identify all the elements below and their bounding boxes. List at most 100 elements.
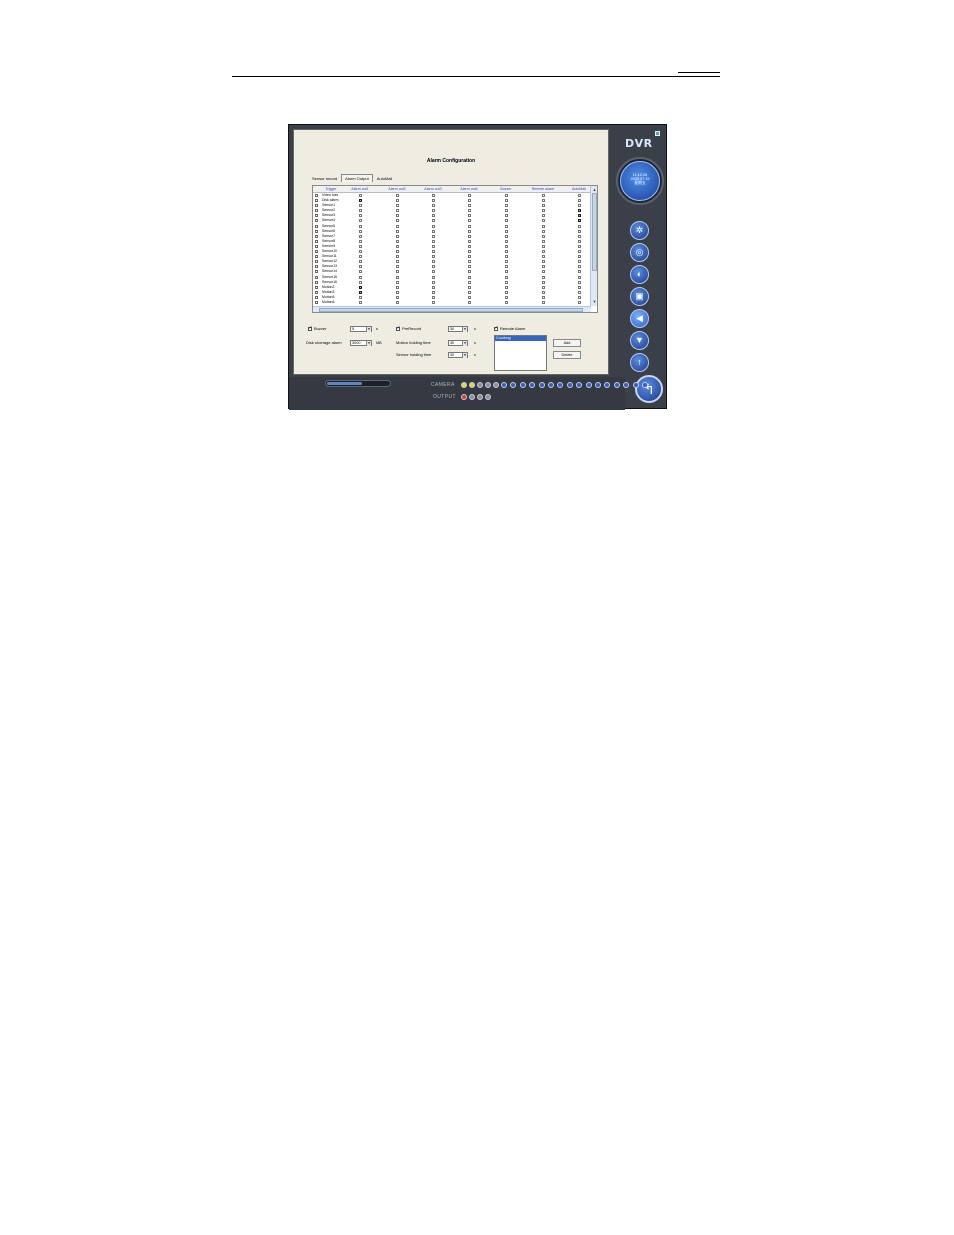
cell-checkbox[interactable] <box>395 239 399 243</box>
camera-led[interactable] <box>576 382 583 388</box>
cell-checkbox[interactable] <box>358 300 362 304</box>
cell-checkbox[interactable] <box>504 194 508 197</box>
cell-checkbox[interactable] <box>577 229 581 233</box>
cell-checkbox[interactable] <box>395 224 399 228</box>
prerecord-option[interactable]: PreRecord <box>396 325 421 332</box>
cell-checkbox[interactable] <box>395 300 399 304</box>
camera-led[interactable] <box>538 382 545 388</box>
cell-checkbox[interactable] <box>577 295 581 299</box>
cell-checkbox[interactable] <box>358 198 362 203</box>
row-checkbox[interactable] <box>315 219 318 223</box>
column-header[interactable]: AutoMail <box>572 187 586 191</box>
cell-checkbox[interactable] <box>467 260 471 264</box>
cell-checkbox[interactable] <box>541 244 545 248</box>
cell-checkbox[interactable] <box>358 250 362 254</box>
column-header[interactable]: Remote alarm <box>532 187 555 191</box>
cell-checkbox[interactable] <box>431 295 435 299</box>
remote-alarm-checkbox[interactable] <box>494 325 499 331</box>
cell-checkbox[interactable] <box>577 204 581 208</box>
sensor-holding-select[interactable]: 30 ▼ <box>448 352 468 358</box>
row-checkbox[interactable] <box>315 244 318 248</box>
cell-checkbox[interactable] <box>541 290 545 294</box>
cell-checkbox[interactable] <box>358 224 362 228</box>
cell-checkbox[interactable] <box>395 199 399 203</box>
cell-checkbox[interactable] <box>395 275 399 279</box>
camera-led[interactable] <box>501 382 507 388</box>
camera-led[interactable] <box>585 382 592 388</box>
row-checkbox[interactable] <box>315 214 318 218</box>
remote-alarm-option[interactable]: Remote Alarm <box>494 325 525 332</box>
cell-checkbox[interactable] <box>504 275 508 279</box>
prerecord-checkbox[interactable] <box>396 325 401 331</box>
cell-checkbox[interactable] <box>504 214 508 218</box>
motion-holding-select[interactable]: 30 ▼ <box>448 340 468 346</box>
cell-checkbox[interactable] <box>541 219 545 223</box>
camera-led[interactable] <box>595 382 601 388</box>
cell-checkbox[interactable] <box>358 275 362 279</box>
cell-checkbox[interactable] <box>358 260 362 264</box>
row-checkbox[interactable] <box>315 224 318 228</box>
cell-checkbox[interactable] <box>504 239 508 243</box>
scroll-up-icon[interactable]: ▲ <box>592 187 597 192</box>
camera-led[interactable] <box>493 382 499 388</box>
row-checkbox[interactable] <box>315 194 318 197</box>
window-close-icon[interactable] <box>655 131 660 136</box>
cell-checkbox[interactable] <box>431 204 435 208</box>
cell-checkbox[interactable] <box>541 234 545 238</box>
cell-checkbox[interactable] <box>541 300 545 304</box>
column-header[interactable]: Trigger <box>325 187 336 191</box>
row-checkbox[interactable] <box>315 290 318 294</box>
cell-checkbox[interactable] <box>504 255 508 259</box>
cell-checkbox[interactable] <box>541 270 545 274</box>
cell-checkbox[interactable] <box>431 209 435 213</box>
row-checkbox[interactable] <box>315 270 318 274</box>
cell-checkbox[interactable] <box>358 265 362 269</box>
remote-alarm-list-item[interactable]: Coodong <box>495 336 546 341</box>
output-led[interactable] <box>461 394 467 400</box>
cell-checkbox[interactable] <box>395 255 399 259</box>
tab-alarm-output[interactable]: Alarm Output <box>341 174 373 182</box>
disk-shortage-select[interactable]: 3000 ▼ <box>350 340 372 346</box>
cell-checkbox[interactable] <box>577 285 581 289</box>
cell-checkbox[interactable] <box>504 295 508 299</box>
camera-led[interactable] <box>642 382 648 388</box>
cell-checkbox[interactable] <box>467 295 471 299</box>
horizontal-scroll-thumb[interactable] <box>319 308 583 312</box>
cell-checkbox[interactable] <box>541 209 545 213</box>
cell-checkbox[interactable] <box>431 270 435 274</box>
cell-checkbox[interactable] <box>577 260 581 264</box>
cell-checkbox[interactable] <box>467 255 471 259</box>
column-header[interactable]: Alarm out3 <box>424 187 441 191</box>
row-checkbox[interactable] <box>315 209 318 213</box>
cell-checkbox[interactable] <box>431 219 435 223</box>
cell-checkbox[interactable] <box>395 280 399 284</box>
camera-led[interactable] <box>566 382 573 388</box>
cell-checkbox[interactable] <box>577 270 581 274</box>
cell-checkbox[interactable] <box>577 239 581 243</box>
remote-alarm-list[interactable]: Coodong <box>494 335 547 371</box>
cell-checkbox[interactable] <box>504 209 508 213</box>
cell-checkbox[interactable] <box>358 295 362 299</box>
row-checkbox[interactable] <box>315 204 318 208</box>
cell-checkbox[interactable] <box>504 219 508 223</box>
cell-checkbox[interactable] <box>467 229 471 233</box>
cell-checkbox[interactable] <box>358 255 362 259</box>
buzzer-checkbox[interactable] <box>308 325 313 331</box>
cell-checkbox[interactable] <box>431 280 435 284</box>
row-checkbox[interactable] <box>315 265 318 269</box>
cell-checkbox[interactable] <box>504 229 508 233</box>
camera-led[interactable] <box>529 382 536 388</box>
tools-icon[interactable]: ✲ <box>630 221 649 240</box>
cell-checkbox[interactable] <box>541 250 545 254</box>
cell-checkbox[interactable] <box>504 250 508 254</box>
camera-led[interactable] <box>477 382 483 388</box>
row-checkbox[interactable] <box>315 285 318 289</box>
cell-checkbox[interactable] <box>395 244 399 248</box>
cell-checkbox[interactable] <box>431 214 435 218</box>
antenna-icon[interactable]: ↑ <box>630 353 649 372</box>
buzzer-duration-select[interactable]: 5 ▼ <box>350 326 372 332</box>
row-checkbox[interactable] <box>315 234 318 238</box>
output-led[interactable] <box>469 394 475 400</box>
cell-checkbox[interactable] <box>504 260 508 264</box>
cell-checkbox[interactable] <box>358 270 362 274</box>
